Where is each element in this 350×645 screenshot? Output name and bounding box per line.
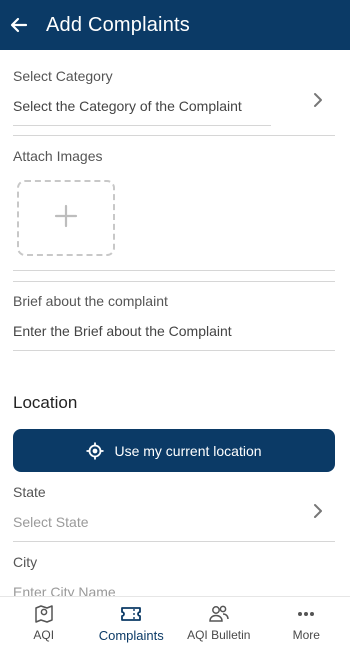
location-title: Location [13,393,78,412]
plus-icon [54,204,78,233]
app-bar: Add Complaints [0,0,350,50]
category-label: Select Category [13,68,113,84]
chevron-right-icon[interactable] [311,503,325,519]
ticket-icon [119,603,143,625]
divider [13,135,335,136]
nav-item-complaints[interactable]: Complaints [89,597,173,645]
divider [13,541,335,542]
nav-label: AQI Bulletin [187,628,251,642]
bottom-nav: AQI Complaints AQI Bulletin More [0,596,350,645]
use-current-location-label: Use my current location [114,442,262,459]
users-icon [207,603,231,625]
city-label: City [13,554,38,570]
location-target-icon [86,442,104,460]
nav-label: More [292,628,320,642]
state-label: State [13,484,46,500]
chevron-right-icon[interactable] [311,92,325,108]
attach-images-label: Attach Images [13,148,103,164]
divider [13,270,335,271]
category-select[interactable]: Select the Category of the Complaint [13,98,242,114]
divider [13,281,335,282]
arrow-left-icon[interactable] [10,16,28,34]
divider [13,350,335,351]
nav-label: Complaints [98,628,164,643]
nav-label: AQI [33,628,55,642]
map-pin-icon [32,603,56,625]
nav-item-more[interactable]: More [264,597,348,645]
brief-label: Brief about the complaint [13,293,168,309]
category-underline [13,125,271,126]
page-title: Add Complaints [46,13,190,36]
state-select[interactable]: Select State [13,514,89,530]
add-image-button[interactable] [17,180,115,256]
more-dots-icon [294,603,318,625]
nav-item-aqi[interactable]: AQI [2,597,86,645]
brief-input[interactable]: Enter the Brief about the Complaint [13,323,232,339]
nav-item-aqi-bulletin[interactable]: AQI Bulletin [177,597,261,645]
use-current-location-button[interactable]: Use my current location [13,429,335,472]
